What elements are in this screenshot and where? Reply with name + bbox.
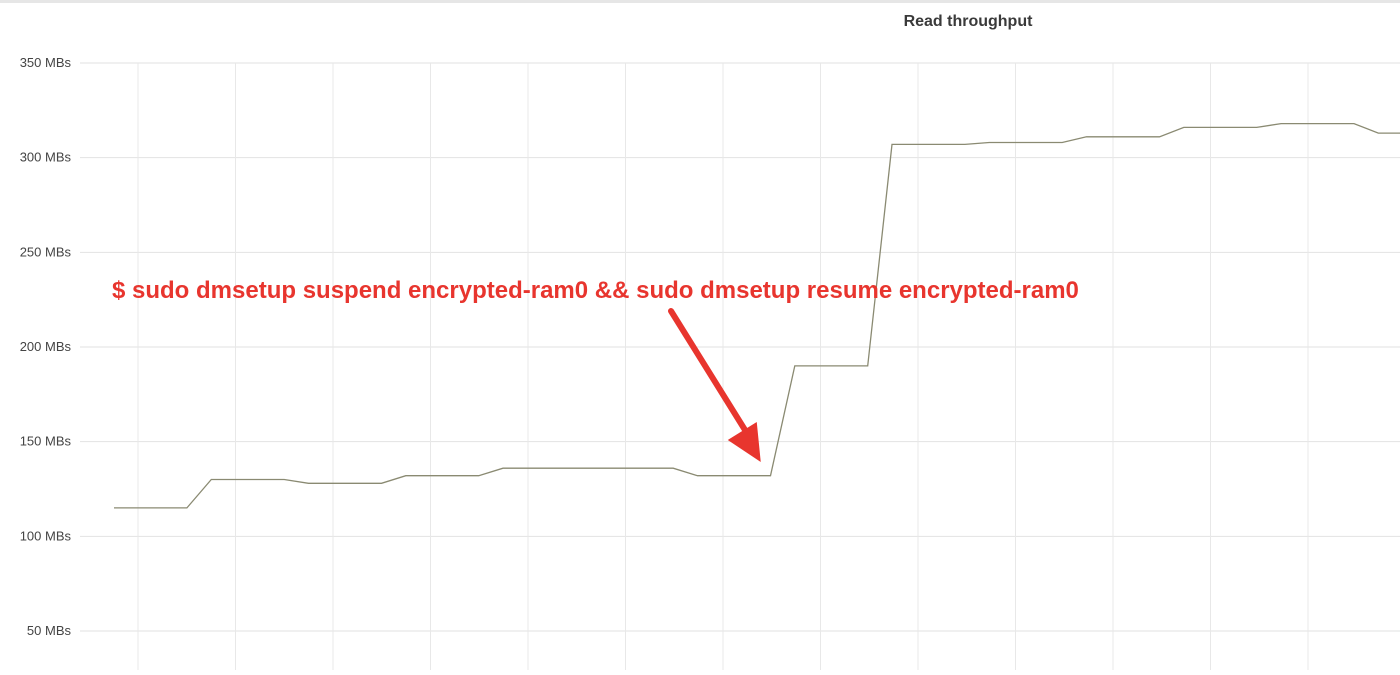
chart: Read throughput 350 MBs 300 MBs 250 MBs 200… (0, 0, 1400, 670)
y-tick-label: 100 MBs (20, 528, 72, 543)
y-tick-label: 200 MBs (20, 339, 72, 354)
annotation-arrow-shaft (668, 308, 752, 439)
chart-title: Read throughput (903, 13, 1033, 30)
y-tick-label: 50 MBs (27, 623, 72, 638)
y-tick-label: 250 MBs (20, 244, 72, 259)
y-tick-label: 350 MBs (20, 55, 72, 70)
y-tick-label: 150 MBs (20, 434, 72, 449)
annotation-text: $ sudo dmsetup suspend encrypted-ram0 &&… (112, 277, 1079, 304)
chart-plot: 350 MBs 300 MBs 250 MBs 200 MBs 150 MBs 100 M… (20, 55, 1400, 670)
top-border (0, 0, 1400, 3)
y-tick-label: 300 MBs (20, 150, 72, 165)
